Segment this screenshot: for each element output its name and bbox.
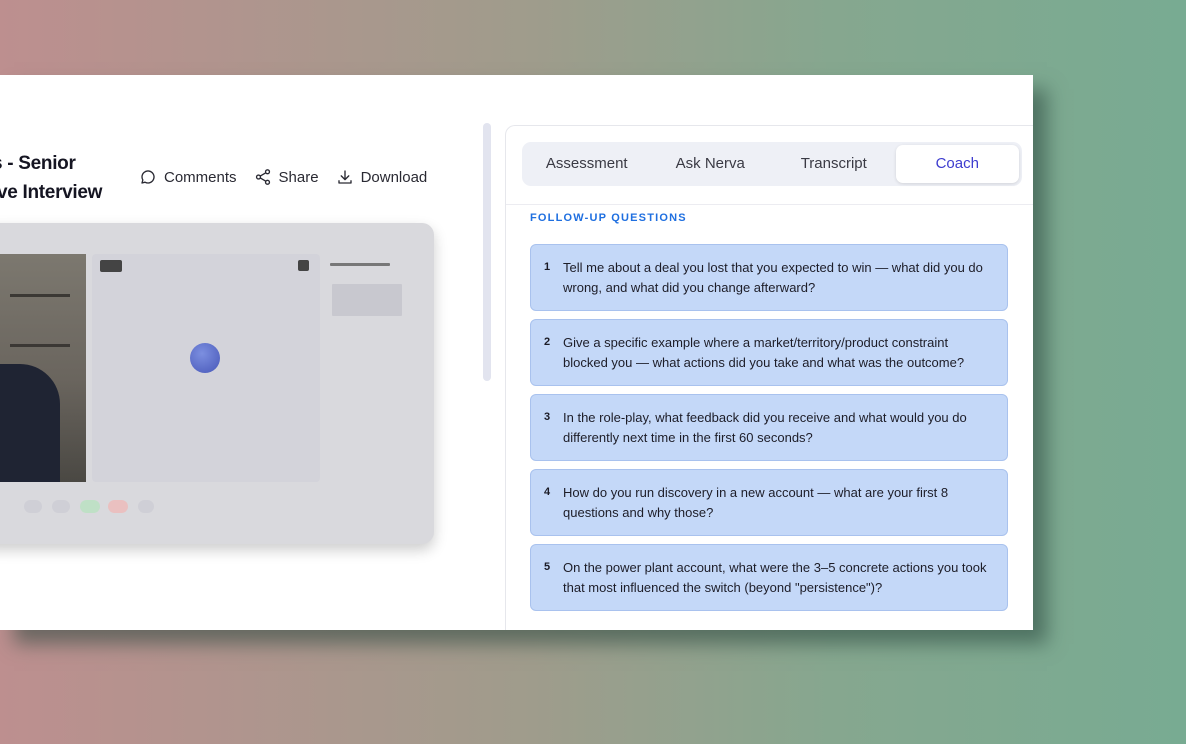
list-item[interactable]: 2 Give a specific example where a market… (530, 319, 1008, 386)
question-text: How do you run discovery in a new accoun… (563, 485, 949, 520)
question-text: Give a specific example where a market/t… (563, 335, 965, 370)
question-text: On the power plant account, what were th… (563, 560, 987, 595)
action-bar: Comments Share Download (139, 168, 427, 186)
title-line-2: ive Interview (0, 182, 103, 203)
tab-assessment[interactable]: Assessment (525, 145, 649, 183)
share-label: Share (278, 168, 319, 186)
download-button[interactable]: Download (336, 168, 428, 186)
question-text: In the role-play, what feedback did you … (563, 410, 967, 445)
left-panel-scrollbar[interactable] (483, 123, 491, 381)
comments-label: Comments (164, 168, 237, 186)
share-button[interactable]: Share (254, 168, 319, 186)
list-item[interactable]: 1 Tell me about a deal you lost that you… (530, 244, 1008, 311)
video-player[interactable] (0, 223, 434, 544)
app-window: s - Senior ive Interview Comments Share … (0, 75, 1033, 630)
ai-avatar-orb (190, 343, 220, 373)
bookshelf-decoration (10, 294, 70, 297)
tab-transcript[interactable]: Transcript (772, 145, 896, 183)
comment-icon (141, 170, 155, 184)
interview-transcript-mini-panel (324, 254, 428, 482)
tab-coach[interactable]: Coach (895, 145, 1019, 183)
question-number: 2 (544, 336, 551, 348)
camera-button[interactable] (52, 500, 70, 513)
mini-panel-message (332, 284, 402, 316)
question-text: Tell me about a deal you lost that you e… (563, 260, 983, 295)
comments-button[interactable]: Comments (139, 168, 237, 186)
question-list: 1 Tell me about a deal you lost that you… (530, 244, 1008, 619)
call-button[interactable] (80, 500, 100, 513)
download-label: Download (360, 168, 428, 186)
divider (506, 204, 1033, 205)
download-icon (337, 170, 352, 184)
list-item[interactable]: 4 How do you run discovery in a new acco… (530, 469, 1008, 536)
tile-label (100, 260, 122, 272)
share-icon (255, 169, 270, 185)
question-number: 3 (544, 411, 551, 423)
section-title: FOLLOW-UP QUESTIONS (530, 212, 687, 224)
question-number: 4 (544, 486, 551, 498)
list-item[interactable]: 5 On the power plant account, what were … (530, 544, 1008, 611)
question-number: 5 (544, 561, 551, 573)
candidate-video-tile (0, 254, 86, 482)
list-item[interactable]: 3 In the role-play, what feedback did yo… (530, 394, 1008, 461)
end-call-button[interactable] (108, 500, 128, 513)
mic-button[interactable] (24, 500, 42, 513)
question-number: 1 (544, 261, 551, 273)
tab-ask-nerva[interactable]: Ask Nerva (649, 145, 773, 183)
candidate-figure (0, 364, 60, 482)
bookshelf-decoration (10, 344, 70, 347)
tab-bar: Assessment Ask Nerva Transcript Coach (522, 142, 1022, 186)
title-line-1: s - Senior (0, 153, 76, 174)
coach-panel: Assessment Ask Nerva Transcript Coach FO… (505, 125, 1033, 630)
interview-title: s - Senior ive Interview (0, 149, 122, 207)
mini-panel-title (330, 263, 390, 266)
settings-button[interactable] (138, 500, 154, 513)
tile-expand-icon (298, 260, 309, 271)
